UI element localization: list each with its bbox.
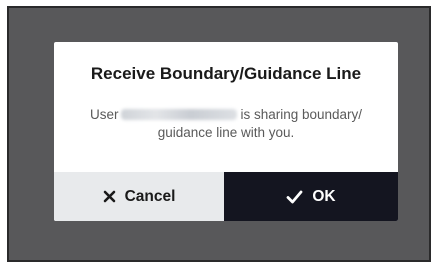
check-icon <box>286 190 303 204</box>
close-icon <box>103 190 116 203</box>
ok-button[interactable]: OK <box>224 172 398 221</box>
message-user-prefix: User <box>89 107 119 122</box>
dialog-message: User is sharing boundary/ guidance line w… <box>54 106 398 142</box>
receive-line-dialog: Receive Boundary/Guidance Line User is sh… <box>54 42 398 221</box>
ok-label: OK <box>312 187 336 205</box>
cancel-label: Cancel <box>124 187 176 205</box>
message-line2: guidance line with you. <box>157 125 295 140</box>
cancel-button[interactable]: Cancel <box>54 172 224 221</box>
message-line1-suffix: is sharing boundary/ <box>240 107 363 122</box>
screen-backdrop: Receive Boundary/Guidance Line User is sh… <box>7 6 431 262</box>
redacted-email <box>121 109 238 120</box>
dialog-title: Receive Boundary/Guidance Line <box>90 64 362 83</box>
